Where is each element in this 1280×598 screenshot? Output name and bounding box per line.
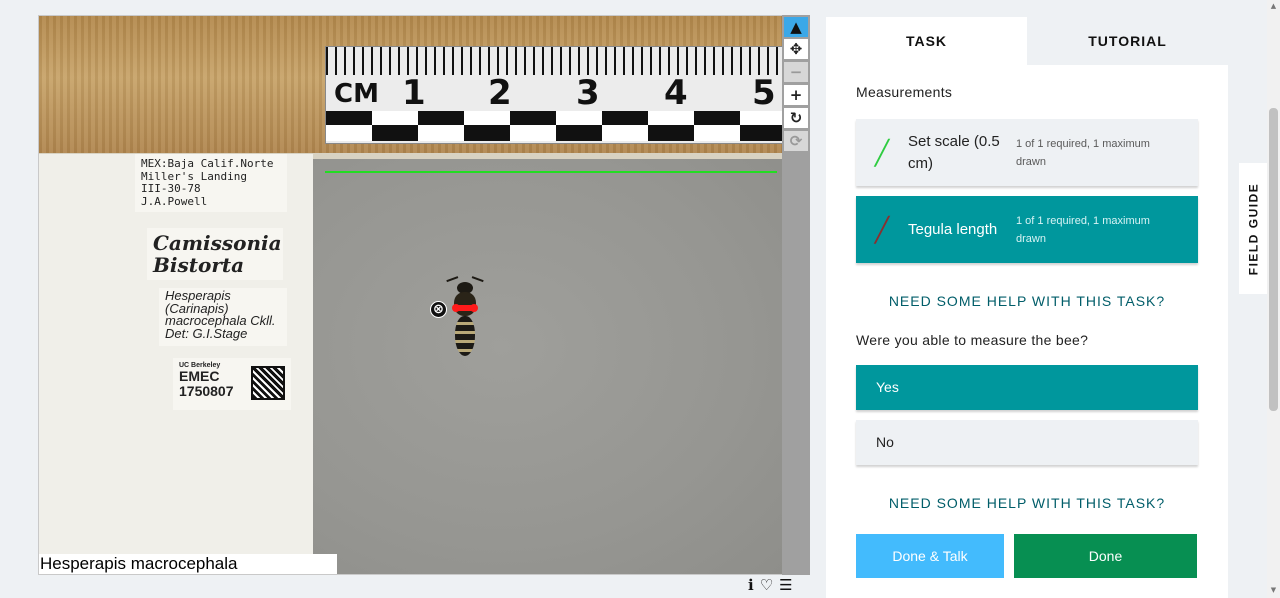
tool-requirement: 1 of 1 required, 1 maximum drawn: [1016, 214, 1150, 245]
pan-tool-icon[interactable]: ✥: [784, 39, 808, 59]
det-line: Det: G.I.Stage: [165, 325, 248, 341]
tool-label: Set scale (0.5 cm): [908, 132, 1000, 172]
set-scale-tool-button[interactable]: ╱ Set scale (0.5 cm) 1 of 1 required, 1 …: [856, 119, 1198, 186]
delete-mark-icon[interactable]: ⊗: [430, 301, 447, 318]
tegula-measurement-line[interactable]: [452, 304, 478, 312]
antenna: [470, 276, 484, 286]
ruler-number: 3: [576, 73, 600, 113]
scroll-up-arrow-icon[interactable]: ▲: [1267, 2, 1280, 10]
tool-label: Tegula length: [908, 220, 998, 238]
tool-requirement: 1 of 1 required, 1 maximum drawn: [1016, 137, 1150, 168]
rotate-icon[interactable]: ↻: [784, 108, 808, 128]
done-button[interactable]: Done: [1014, 534, 1197, 578]
tegula-length-tool-button[interactable]: ╱ Tegula length 1 of 1 required, 1 maxim…: [856, 196, 1198, 263]
measurements-heading: Measurements: [856, 84, 953, 100]
subject-meta-tools: ℹ ♡ ☰: [748, 576, 793, 594]
info-icon[interactable]: ℹ: [748, 576, 754, 594]
field-guide-tab[interactable]: FIELD GUIDE: [1239, 163, 1267, 294]
help-link[interactable]: NEED SOME HELP WITH THIS TASK?: [856, 293, 1198, 309]
collection-label: UC Berkeley EMEC 1750807: [173, 358, 291, 410]
locality-line: III-30-78: [141, 182, 201, 195]
zoom-out-icon[interactable]: −: [784, 62, 808, 82]
locality-line: MEX:Baja Calif.Norte: [141, 157, 274, 170]
scale-ruler: CM 1 2 3 4 5: [325, 46, 783, 144]
determination-label: Hesperapis (Carinapis) macrocephala Ckll…: [159, 288, 287, 346]
locality-label: MEX:Baja Calif.Norte Miller's Landing II…: [135, 154, 287, 212]
pointer-tool-icon[interactable]: ▲: [784, 17, 808, 37]
bee-abdomen: [455, 316, 475, 356]
host-line: Bistorta: [153, 253, 245, 277]
answer-no-button[interactable]: No: [856, 420, 1198, 465]
ruler-bar: [326, 111, 783, 125]
tab-tutorial[interactable]: TUTORIAL: [1027, 17, 1228, 65]
tab-task[interactable]: TASK: [826, 17, 1027, 65]
answer-yes-button[interactable]: Yes: [856, 365, 1198, 410]
ruler-number: 2: [488, 73, 512, 113]
page-scrollbar[interactable]: ▲ ▼: [1267, 0, 1280, 598]
bee-specimen: [445, 276, 485, 364]
locality-line: J.A.Powell: [141, 194, 208, 208]
ruler-number: 1: [402, 73, 426, 113]
field-guide-label: FIELD GUIDE: [1246, 182, 1261, 275]
datamatrix-code: [251, 366, 285, 400]
done-and-talk-button[interactable]: Done & Talk: [856, 534, 1004, 578]
reset-icon[interactable]: ⟳: [784, 131, 808, 151]
ruler-unit: CM: [334, 79, 379, 109]
zoom-in-icon[interactable]: +: [784, 85, 808, 105]
ruler-bar: [326, 125, 783, 141]
question-text: Were you able to measure the bee?: [856, 332, 1089, 348]
favorite-heart-icon[interactable]: ♡: [760, 576, 773, 594]
line-tool-icon: ╱: [874, 138, 890, 167]
ruler-number: 5: [752, 73, 776, 113]
scale-measurement-line[interactable]: [325, 171, 777, 173]
subject-viewer[interactable]: CM 1 2 3 4 5 MEX:Baja Calif.Norte Miller…: [38, 15, 784, 575]
host-line: Camissonia: [153, 231, 282, 255]
specimen-background: [313, 159, 783, 574]
species-caption: Hesperapis macrocephala: [39, 554, 337, 574]
scrollbar-thumb[interactable]: [1269, 108, 1278, 411]
help-link[interactable]: NEED SOME HELP WITH THIS TASK?: [856, 495, 1198, 511]
ruler-ticks: [326, 47, 783, 75]
scroll-down-arrow-icon[interactable]: ▼: [1267, 586, 1280, 594]
viewer-toolbar: ▲ ✥ − + ↻ ⟳: [782, 15, 810, 575]
panel-tabs: TASK TUTORIAL: [826, 17, 1228, 65]
ruler-number: 4: [664, 73, 688, 113]
line-tool-icon: ╱: [874, 215, 890, 244]
task-panel: TASK TUTORIAL Measurements ╱ Set scale (…: [826, 17, 1228, 598]
host-plant-label: Camissonia Bistorta: [147, 228, 283, 280]
collections-list-icon[interactable]: ☰: [779, 576, 792, 594]
